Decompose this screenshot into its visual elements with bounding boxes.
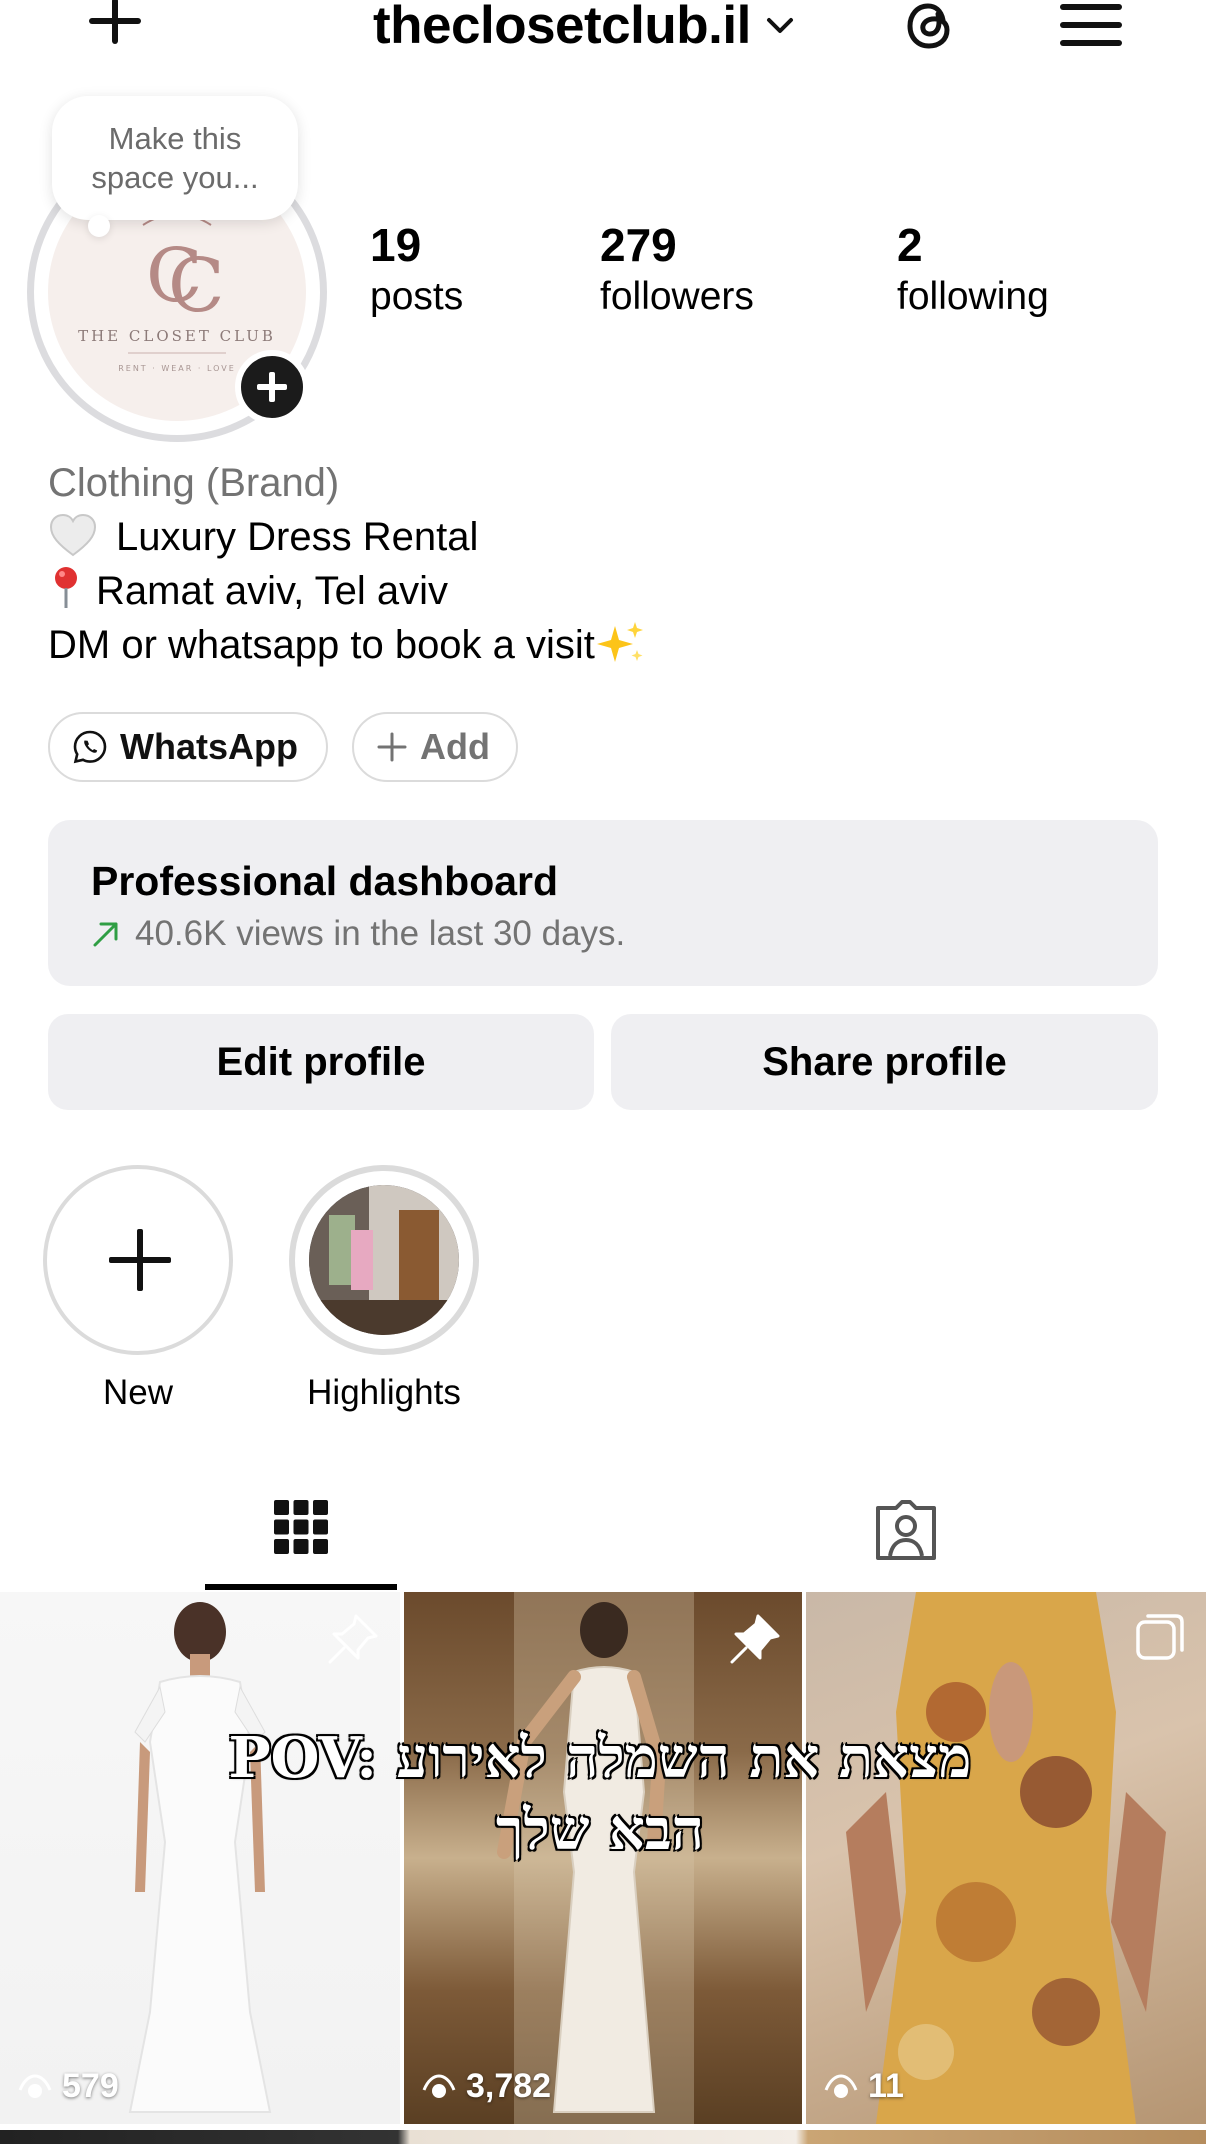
tab-posts-grid[interactable] <box>205 1470 397 1590</box>
bio: Clothing (Brand) Luxury Dress Rental Ram… <box>48 456 647 672</box>
note-bubble[interactable]: Make this space you... <box>52 96 298 220</box>
svg-text:C: C <box>168 243 225 329</box>
overlay-line-1: POV: מצאת את השמלה לאירוע <box>228 1725 972 1791</box>
profile-tabs <box>0 1470 1206 1590</box>
followers-count: 279 <box>600 219 677 271</box>
note-bubble-tail <box>88 215 110 237</box>
dashboard-subtitle: 40.6K views in the last 30 days. <box>91 914 625 954</box>
profile-page: theclosetclub.il C C THE CLOSET CLUB REN… <box>0 0 1206 2144</box>
post-views: 11 <box>824 2067 904 2106</box>
post-views: 579 <box>18 2067 119 2106</box>
highlight-label: Highlights <box>307 1373 461 1412</box>
bio-line-3: DM or whatsapp to book a visit <box>48 618 647 672</box>
whatsapp-icon <box>73 730 107 764</box>
top-bar: theclosetclub.il <box>0 0 1206 60</box>
dashboard-title: Professional dashboard <box>91 858 559 904</box>
overlay-line-2: הבא שלך <box>495 1797 704 1863</box>
post-overlay-caption: POV: מצאת את השמלה לאירוע הבא שלך <box>200 1722 1000 1866</box>
posts-label: posts <box>370 275 464 318</box>
chevron-down-icon <box>766 18 793 33</box>
new-highlight-plus-icon <box>43 1165 233 1355</box>
bio-line-2: Ramat aviv, Tel aviv <box>48 564 647 618</box>
following-stat[interactable]: 2 following <box>897 218 1049 322</box>
highlight-label-new: New <box>102 1373 174 1412</box>
followers-label: followers <box>600 275 754 318</box>
highlight-item[interactable]: Highlights <box>289 1165 479 1413</box>
logo-text: THE CLOSET CLUB <box>78 327 276 345</box>
highlight-thumbnail <box>309 1185 459 1335</box>
logo-tagline: RENT · WEAR · LOVE <box>118 364 236 373</box>
posts-grid: 579 3,782 11 <box>0 1592 1206 2144</box>
threads-icon[interactable] <box>895 0 965 60</box>
tab-tagged[interactable] <box>810 1470 1002 1590</box>
create-plus-icon[interactable] <box>78 0 150 66</box>
following-label: following <box>897 275 1049 318</box>
add-link-button[interactable]: Add <box>352 712 518 782</box>
add-story-button[interactable] <box>235 350 309 424</box>
next-row-preview <box>0 2130 1206 2144</box>
following-count: 2 <box>897 219 923 271</box>
account-switcher[interactable]: theclosetclub.il <box>373 0 795 60</box>
grid-icon <box>274 1500 328 1554</box>
new-highlight-button[interactable]: New <box>43 1165 233 1413</box>
round-pushpin-icon <box>55 567 77 608</box>
share-profile-button[interactable]: Share profile <box>611 1014 1158 1110</box>
pin-icon <box>730 1614 780 1664</box>
highlight-cover <box>289 1165 479 1355</box>
posts-stat[interactable]: 19 posts <box>370 218 463 322</box>
professional-dashboard[interactable]: Professional dashboard 40.6K views in th… <box>48 820 1158 986</box>
views-eye-icon <box>422 2073 456 2098</box>
followers-stat[interactable]: 279 followers <box>600 218 754 322</box>
username: theclosetclub.il <box>373 0 751 55</box>
menu-icon[interactable] <box>1060 0 1126 56</box>
posts-count: 19 <box>370 219 422 271</box>
whatsapp-label: WhatsApp <box>120 726 298 767</box>
views-eye-icon <box>18 2073 52 2098</box>
views-eye-icon <box>824 2073 858 2098</box>
edit-profile-button[interactable]: Edit profile <box>48 1014 594 1110</box>
sparkles-icon <box>596 622 643 662</box>
pin-icon <box>328 1614 378 1664</box>
whatsapp-link-button[interactable]: WhatsApp <box>48 712 328 782</box>
add-label: Add <box>420 726 490 767</box>
post-views: 3,782 <box>422 2067 551 2106</box>
bio-line-1: Luxury Dress Rental <box>48 510 647 564</box>
profile-category: Clothing (Brand) <box>48 461 340 505</box>
trend-up-arrow-icon <box>93 922 118 947</box>
plus-icon <box>377 732 407 762</box>
carousel-icon <box>1136 1614 1184 1660</box>
tagged-person-icon <box>876 1500 936 1560</box>
white-heart-icon <box>49 513 97 557</box>
note-text: Make this space you... <box>91 121 259 195</box>
